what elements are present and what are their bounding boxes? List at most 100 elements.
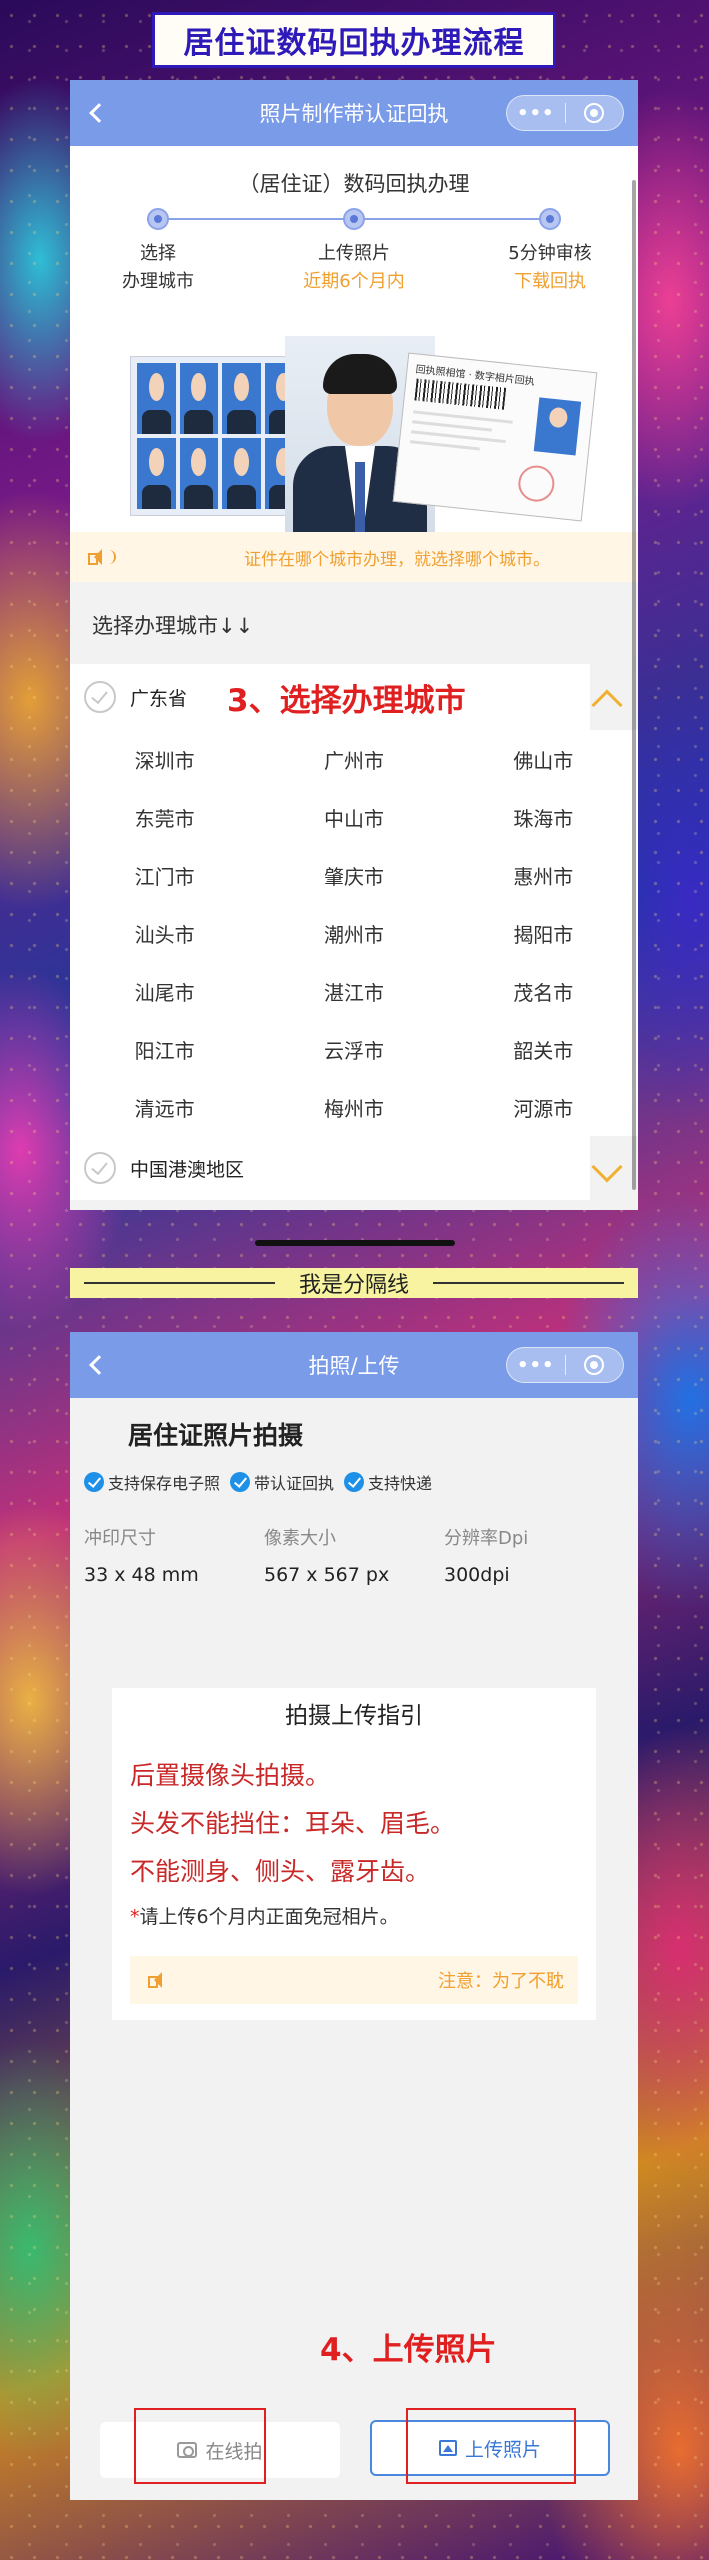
guide-line: 头发不能挡住：耳朵、眉毛。 (130, 1809, 456, 1838)
step-2-title: 上传照片 (318, 243, 390, 264)
note-text: 请上传6个月内正面免冠相片。 (139, 1906, 399, 1928)
nav-bar: 拍照/上传 ••• (70, 1332, 638, 1398)
city-option[interactable]: 东莞市 (70, 788, 259, 846)
city-option[interactable]: 揭阳市 (449, 904, 638, 962)
step-2-label: 上传照片 近期6个月内 (284, 240, 424, 296)
province-name: 广东省 (130, 687, 188, 710)
city-option[interactable]: 湛江市 (259, 962, 448, 1020)
speaker-icon (88, 549, 106, 565)
spec-label: 分辨率Dpi (444, 1528, 529, 1549)
step-2-dot (343, 208, 365, 230)
nav-title: 拍照/上传 (308, 1354, 400, 1378)
chevron-up-icon[interactable] (591, 689, 623, 721)
tag-label: 带认证回执 (254, 1474, 335, 1493)
speaker-icon (148, 1972, 166, 1988)
city-option[interactable]: 肇庆市 (259, 846, 448, 904)
required-mark: * (130, 1906, 140, 1928)
home-indicator (255, 1240, 455, 1246)
warning-text: 注意：为了不耽 (438, 1971, 564, 1992)
check-icon (84, 1152, 116, 1184)
check-circle-icon (344, 1472, 365, 1492)
shooting-guide-card: 拍摄上传指引 后置摄像头拍摄。 头发不能挡住：耳朵、眉毛。 不能测身、侧头、露牙… (112, 1688, 596, 2020)
divider-banner: 我是分隔线 (70, 1268, 638, 1298)
region-name: 中国港澳地区 (130, 1158, 245, 1181)
step-3-annotation: 3、选择办理城市 (227, 682, 466, 719)
highlight-box (406, 2408, 576, 2484)
city-grid: 深圳市 广州市 佛山市东莞市 中山市 珠海市江门市 肇庆市 惠州市汕头市 潮州市 揭阳市汕尾市湛… (70, 730, 638, 1136)
flow-steps-card: （居住证）数码回执办理 选择 办理城市 上传照片 近期6个月内 5分钟审核 下载… (70, 146, 638, 326)
city-option[interactable]: 深圳市 (70, 730, 259, 788)
spec-value: 567 x 567 px (264, 1564, 390, 1586)
close-icon[interactable] (566, 103, 624, 123)
spec-label: 像素大小 (264, 1528, 336, 1549)
tag-label: 支持快递 (368, 1474, 433, 1493)
city-option[interactable]: 梅州市 (259, 1078, 448, 1136)
step-1-dot (147, 208, 169, 230)
step-1-label: 选择 办理城市 (88, 240, 228, 296)
feature-tag: 支持快递 (344, 1470, 432, 1494)
nav-title: 照片制作带认证回执 (259, 102, 449, 126)
step-3-dot (539, 208, 561, 230)
step-3-label: 5分钟审核 下载回执 (480, 240, 620, 296)
notice-text: 证件在哪个城市办理，就选择哪个城市。 (244, 549, 550, 570)
guide-note: *请上传6个月内正面免冠相片。 (130, 1902, 596, 1929)
flow-title: （居住证）数码回执办理 (238, 172, 470, 196)
receipt-photo (533, 397, 582, 456)
mini-program-capsule: ••• (506, 95, 624, 131)
photo-upload-screen: 拍照/上传 ••• 居住证照片拍摄 支持保存电子照 带认证回执 支持快递 冲印尺… (70, 1332, 638, 2500)
city-option[interactable]: 珠海市 (449, 788, 638, 846)
city-option[interactable]: 惠州市 (449, 846, 638, 904)
mini-program-capsule: ••• (506, 1347, 624, 1383)
divider-text: 我是分隔线 (299, 1273, 410, 1298)
step-3-title: 5分钟审核 (508, 243, 592, 264)
city-option[interactable]: 清远市 (70, 1078, 259, 1136)
city-option[interactable]: 汕头市 (70, 904, 259, 962)
city-option[interactable]: 河源市 (449, 1078, 638, 1136)
city-option[interactable]: 中山市 (259, 788, 448, 846)
feature-tags: 支持保存电子照 带认证回执 支持快递 (84, 1470, 432, 1494)
more-icon[interactable]: ••• (507, 1355, 565, 1376)
city-option[interactable]: 韶关市 (449, 1020, 638, 1078)
digital-receipt-card: 回执照相馆 · 数字相片回执 (392, 352, 598, 522)
check-circle-icon (84, 1472, 104, 1492)
city-option[interactable]: 佛山市 (449, 730, 638, 788)
city-option[interactable]: 广州市 (259, 730, 448, 788)
city-option[interactable]: 阳江市 (70, 1020, 259, 1078)
check-icon (84, 681, 116, 713)
city-select-heading: 选择办理城市↓↓ (92, 614, 254, 638)
province-row-guangdong[interactable]: 广东省 3、选择办理城市 (70, 664, 590, 730)
city-option[interactable]: 江门市 (70, 846, 259, 904)
sample-illustration: 回执照相馆 · 数字相片回执 (70, 326, 638, 532)
stamp-icon (516, 463, 557, 504)
city-option[interactable]: 汕尾市 (70, 962, 259, 1020)
feature-tag: 带认证回执 (230, 1470, 334, 1494)
back-icon[interactable] (89, 103, 109, 123)
city-notice-bar: 证件在哪个城市办理，就选择哪个城市。 (70, 532, 638, 582)
step-4-annotation: 4、上传照片 (320, 2332, 497, 2368)
spec-pixels: 像素大小 567 x 567 px (264, 1524, 444, 1586)
spec-value: 33 x 48 mm (84, 1564, 199, 1586)
city-select-screen: 照片制作带认证回执 ••• （居住证）数码回执办理 选择 办理城市 上传照片 近… (70, 80, 638, 1210)
step-1-title: 选择 (140, 243, 176, 264)
scrollbar[interactable] (632, 180, 636, 1190)
step-1-sub: 办理城市 (122, 271, 194, 292)
chevron-down-icon[interactable] (591, 1151, 623, 1183)
spec-dpi: 分辨率Dpi 300dpi (444, 1524, 624, 1586)
check-circle-icon (230, 1472, 251, 1492)
highlight-box (134, 2408, 266, 2484)
province-row-hk-macao[interactable]: 中国港澳地区 (70, 1136, 590, 1200)
tag-label: 支持保存电子照 (108, 1474, 221, 1493)
city-option[interactable]: 潮州市 (259, 904, 448, 962)
photo-specs: 冲印尺寸 33 x 48 mm 像素大小 567 x 567 px 分辨率Dpi 30… (84, 1524, 624, 1586)
city-option[interactable]: 云浮市 (259, 1020, 448, 1078)
spec-value: 300dpi (444, 1564, 510, 1586)
feature-tag: 支持保存电子照 (84, 1470, 220, 1494)
id-photo-sheet (130, 356, 310, 516)
more-icon[interactable]: ••• (507, 103, 565, 124)
spec-size: 冲印尺寸 33 x 48 mm (84, 1524, 264, 1586)
back-icon[interactable] (89, 1355, 109, 1375)
guide-line: 后置摄像头拍摄。 (130, 1761, 331, 1790)
city-option[interactable]: 茂名市 (449, 962, 638, 1020)
info-title: 居住证照片拍摄 (128, 1421, 304, 1450)
close-icon[interactable] (566, 1355, 624, 1375)
